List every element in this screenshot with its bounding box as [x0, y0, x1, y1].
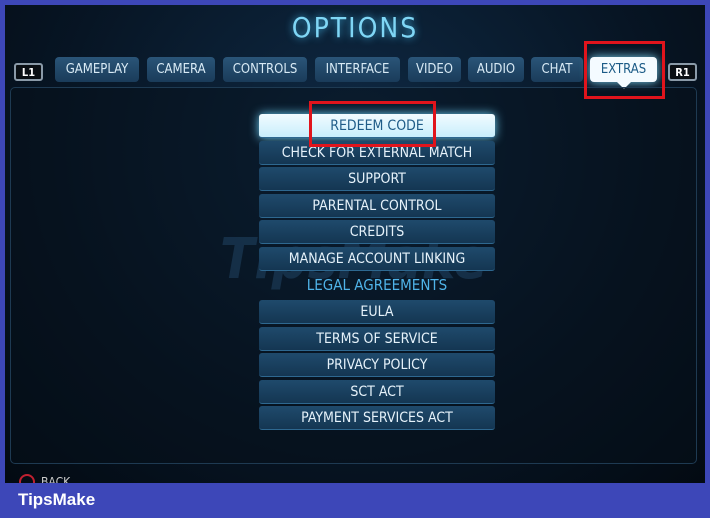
- legal-agreements-heading: LEGAL AGREEMENTS: [306, 276, 448, 294]
- tab-controls[interactable]: CONTROLS: [223, 57, 307, 82]
- highlight-box-extras: [584, 41, 665, 99]
- tab-gameplay[interactable]: GAMEPLAY: [55, 57, 139, 82]
- page-title: OPTIONS: [291, 11, 419, 44]
- terms-of-service-button[interactable]: TERMS OF SERVICE: [259, 327, 495, 351]
- game-screen: OPTIONS L1 R1 GAMEPLAY CAMERA CONTROLS I…: [5, 5, 705, 483]
- manage-account-linking-button[interactable]: MANAGE ACCOUNT LINKING: [259, 247, 495, 271]
- credits-button[interactable]: CREDITS: [259, 220, 495, 244]
- sct-act-button[interactable]: SCT ACT: [259, 380, 495, 404]
- tab-video[interactable]: VIDEO: [408, 57, 461, 82]
- brand-label: TipsMake: [18, 490, 96, 509]
- tab-chat[interactable]: CHAT: [531, 57, 583, 82]
- highlight-box-redeem: [309, 101, 436, 147]
- privacy-policy-button[interactable]: PRIVACY POLICY: [259, 353, 495, 377]
- payment-services-act-button[interactable]: PAYMENT SERVICES ACT: [259, 406, 495, 430]
- tab-camera[interactable]: CAMERA: [147, 57, 215, 82]
- back-label: BACK: [41, 475, 71, 483]
- tab-interface[interactable]: INTERFACE: [315, 57, 400, 82]
- r1-bumper[interactable]: R1: [668, 63, 697, 81]
- tab-audio[interactable]: AUDIO: [468, 57, 524, 82]
- eula-button[interactable]: EULA: [259, 300, 495, 324]
- parental-control-button[interactable]: PARENTAL CONTROL: [259, 194, 495, 218]
- support-button[interactable]: SUPPORT: [259, 167, 495, 191]
- l1-bumper[interactable]: L1: [14, 63, 43, 81]
- circle-button-icon: [19, 474, 35, 483]
- back-button[interactable]: BACK: [19, 474, 70, 483]
